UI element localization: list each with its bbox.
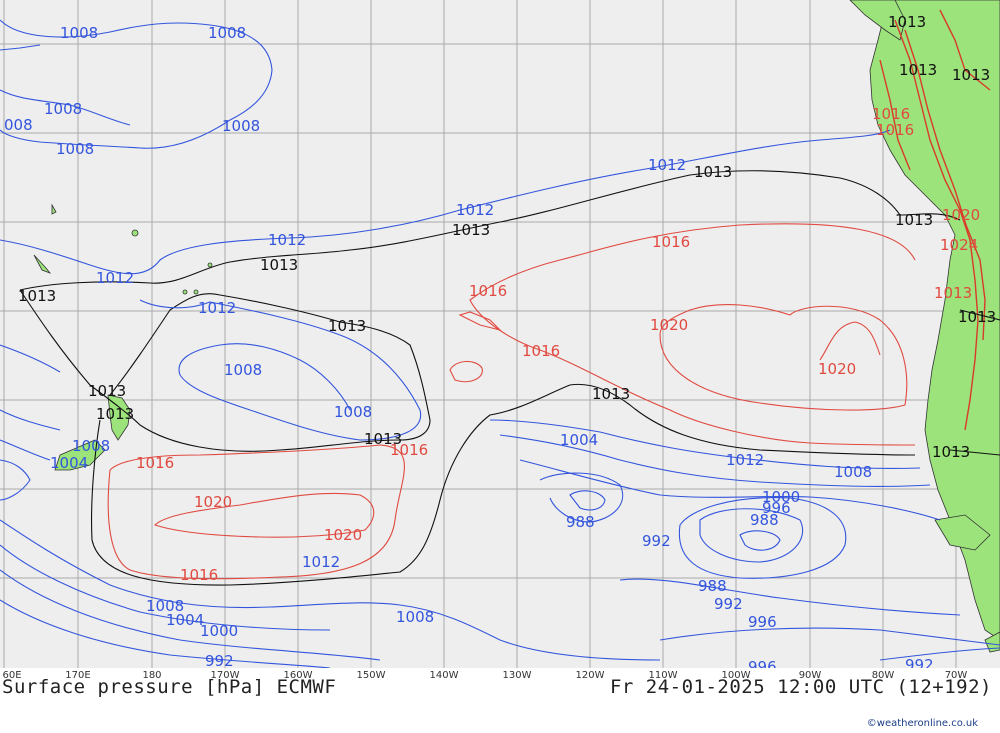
isobar-label: 1016 xyxy=(522,342,560,360)
isobar-label: 1004 xyxy=(166,611,204,629)
isobar-label: 1012 xyxy=(648,156,686,174)
isobar-label: 1013 xyxy=(958,308,996,326)
isobar-label: 992 xyxy=(905,656,934,668)
pressure-map: 1008 1008 1008 008 1008 1008 1013 1013 1… xyxy=(0,0,1000,668)
isobar-label: 1020 xyxy=(942,206,980,224)
isobar-label: 1013 xyxy=(592,385,630,403)
isobar-label: 1004 xyxy=(560,431,598,449)
isobar-label: 1008 xyxy=(44,100,82,118)
isobar-label: 1008 xyxy=(334,403,372,421)
longitude-label: 140W xyxy=(429,670,459,681)
isobar-label: 1013 xyxy=(895,211,933,229)
isobar-label: 1008 xyxy=(222,117,260,135)
isobar-label: 1013 xyxy=(888,13,926,31)
longitude-label: 120W xyxy=(575,670,605,681)
credit-link[interactable]: ©weatheronline.co.uk xyxy=(867,718,978,729)
isobar-label: 1020 xyxy=(818,360,856,378)
isobar-label: 1000 xyxy=(200,622,238,640)
isobar-label: 1013 xyxy=(934,284,972,302)
isobar-label: 1013 xyxy=(88,382,126,400)
longitude-label: 150W xyxy=(356,670,386,681)
isobar-label: 992 xyxy=(714,595,743,613)
isobar-label: 1016 xyxy=(876,121,914,139)
isobar-label: 1012 xyxy=(268,231,306,249)
isobar-label: 1012 xyxy=(456,201,494,219)
isobar-label: 996 xyxy=(748,658,777,668)
isobar-label: 1008 xyxy=(72,437,110,455)
isobar-label: 1013 xyxy=(932,443,970,461)
longitude-label: 130W xyxy=(502,670,532,681)
isobar-label: 1013 xyxy=(694,163,732,181)
isobar-label: 988 xyxy=(698,577,727,595)
isobar-label: 1013 xyxy=(96,405,134,423)
isobar-label: 992 xyxy=(642,532,671,550)
isobar-label: 008 xyxy=(4,116,33,134)
valid-time: Fr 24-01-2025 12:00 UTC (12+192) xyxy=(609,676,992,698)
isobar-label: 1016 xyxy=(390,441,428,459)
isobar-label: 988 xyxy=(750,511,779,529)
isobar-label: 1020 xyxy=(194,493,232,511)
isobar-label: 1020 xyxy=(324,526,362,544)
isobar-label: 1008 xyxy=(56,140,94,158)
isobar-label: 1012 xyxy=(96,269,134,287)
isobar-label: 1013 xyxy=(952,66,990,84)
isobar-label: 1016 xyxy=(469,282,507,300)
isobar-label: 1020 xyxy=(650,316,688,334)
isobar-label: 1012 xyxy=(302,553,340,571)
isobar-label: 992 xyxy=(205,652,234,668)
isobar-label: 988 xyxy=(566,513,595,531)
isobar-label: 1016 xyxy=(136,454,174,472)
isobar-label: 1012 xyxy=(198,299,236,317)
isobar-label: 1013 xyxy=(452,221,490,239)
isobar-label: 1008 xyxy=(834,463,872,481)
isobar-label: 996 xyxy=(748,613,777,631)
map-title: Surface pressure [hPa] ECMWF xyxy=(2,676,337,698)
isobar-label: 1013 xyxy=(899,61,937,79)
isobar-label: 1013 xyxy=(260,256,298,274)
isobar-label: 1008 xyxy=(60,24,98,42)
isobar-label: 1016 xyxy=(180,566,218,584)
isobar-label: 1004 xyxy=(50,454,88,472)
ocean-background xyxy=(0,0,1000,668)
isobar-label: 1008 xyxy=(208,24,246,42)
map-footer: 60E 170E 180 170W 160W 150W 140W 130W 120W 110W 10… xyxy=(0,668,1000,733)
isobar-label: 1008 xyxy=(396,608,434,626)
isobar-label: 1016 xyxy=(652,233,690,251)
isobar-label: 1024 xyxy=(940,236,978,254)
isobar-label: 1008 xyxy=(224,361,262,379)
isobar-label: 1013 xyxy=(18,287,56,305)
isobar-label: 1012 xyxy=(726,451,764,469)
isobar-label: 1013 xyxy=(328,317,366,335)
